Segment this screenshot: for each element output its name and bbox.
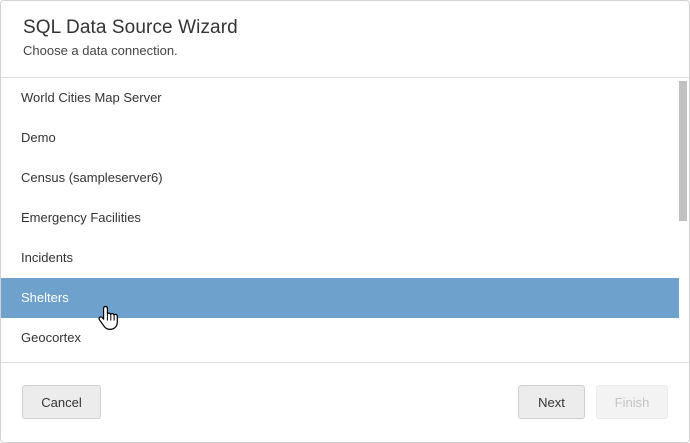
- connection-item-incidents[interactable]: Incidents: [1, 238, 679, 278]
- connection-list: World Cities Map Server Demo Census (sam…: [1, 78, 679, 358]
- list-scrollbar-thumb[interactable]: [679, 81, 687, 221]
- list-scrollbar-track[interactable]: [679, 78, 689, 362]
- connection-list-container[interactable]: World Cities Map Server Demo Census (sam…: [1, 78, 689, 363]
- sql-data-source-wizard-dialog: SQL Data Source Wizard Choose a data con…: [0, 0, 690, 443]
- connection-item-demo[interactable]: Demo: [1, 118, 679, 158]
- finish-button[interactable]: Finish: [596, 385, 668, 419]
- connection-item-shelters[interactable]: Shelters: [1, 278, 679, 318]
- connection-item-geocortex[interactable]: Geocortex: [1, 318, 679, 358]
- cancel-button[interactable]: Cancel: [22, 385, 101, 419]
- dialog-header: SQL Data Source Wizard Choose a data con…: [1, 1, 689, 78]
- dialog-subtitle: Choose a data connection.: [23, 43, 178, 58]
- connection-item-world-cities-map-server[interactable]: World Cities Map Server: [1, 78, 679, 118]
- dialog-footer: Cancel Next Finish: [1, 363, 689, 442]
- connection-item-census[interactable]: Census (sampleserver6): [1, 158, 679, 198]
- connection-item-emergency-facilities[interactable]: Emergency Facilities: [1, 198, 679, 238]
- next-button[interactable]: Next: [518, 385, 585, 419]
- dialog-title: SQL Data Source Wizard: [23, 17, 238, 38]
